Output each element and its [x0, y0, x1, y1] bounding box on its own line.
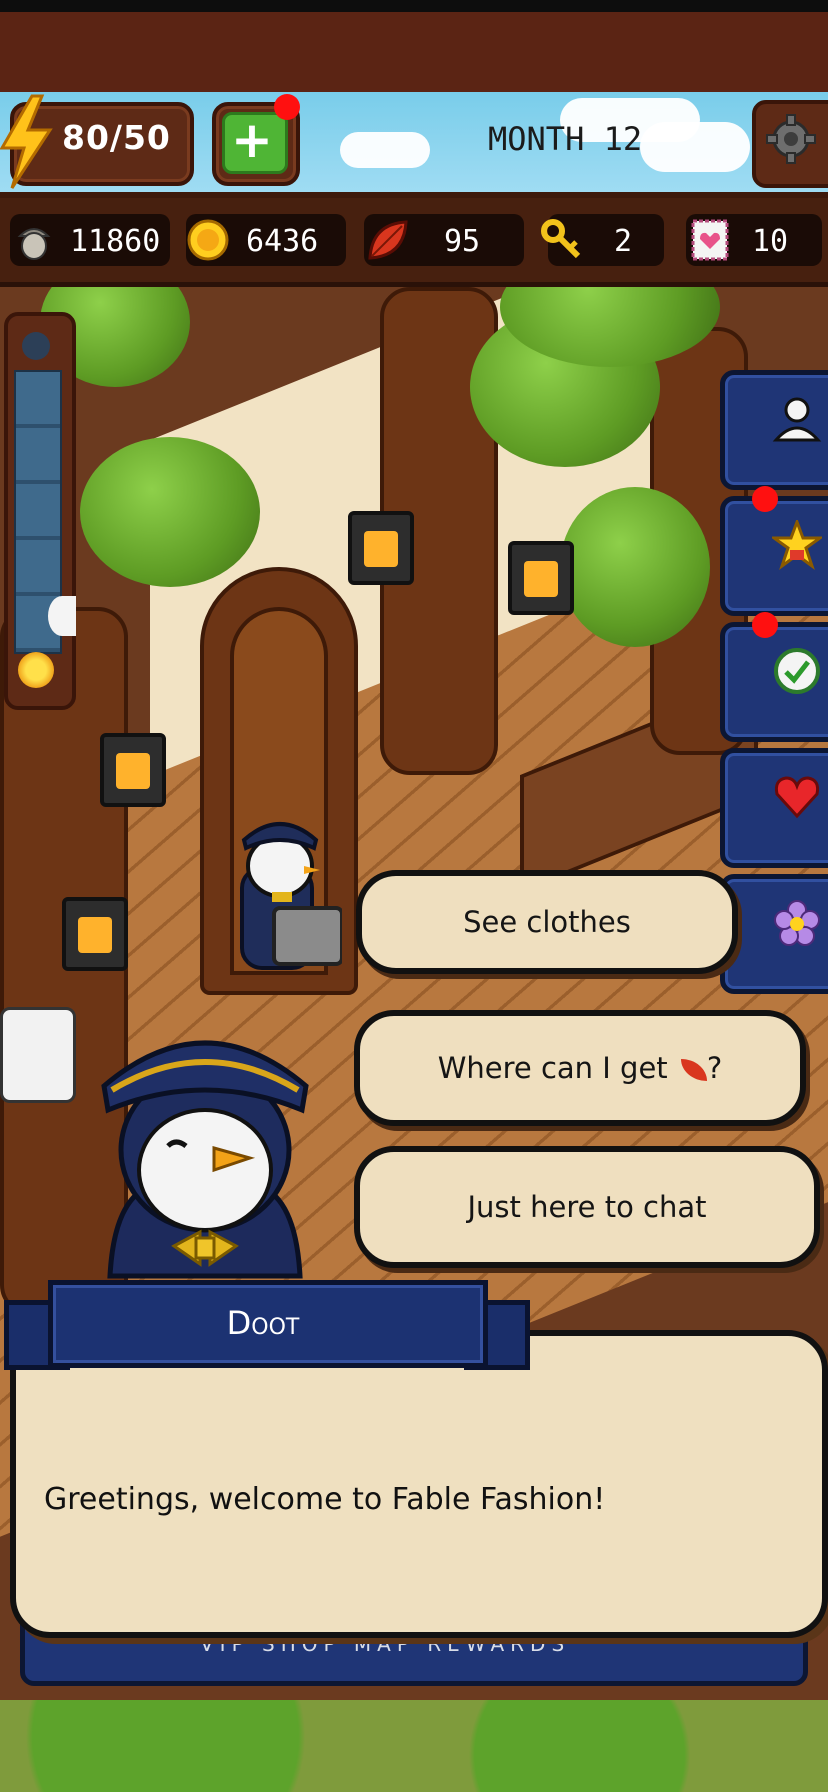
leaf-icon: [680, 1059, 707, 1081]
sun-icon: [18, 652, 54, 688]
star-medal-icon[interactable]: [772, 520, 822, 570]
title-bar: [0, 12, 828, 96]
gear-icon[interactable]: [766, 114, 816, 164]
month-label: MONTH 12: [488, 120, 643, 158]
garden-ground: [0, 1700, 828, 1792]
acorn-icon: [17, 228, 51, 260]
choice-label: Just here to chat: [467, 1190, 707, 1224]
moon-icon: [22, 332, 50, 360]
acorn-value: 11860: [70, 224, 161, 259]
dialog-text: Greetings, welcome to Fable Fashion!: [44, 1482, 606, 1517]
key-icon: [541, 219, 581, 259]
checkmark-icon[interactable]: [772, 646, 822, 696]
sweater-display: [0, 1007, 76, 1103]
key-value: 2: [614, 224, 633, 259]
flower-icon[interactable]: [772, 898, 822, 948]
ticket-icon: [691, 219, 729, 261]
lightning-icon: [0, 94, 53, 189]
lantern-icon: [62, 897, 128, 971]
lantern-icon: [100, 733, 166, 807]
leaf-value: 95: [444, 224, 481, 259]
speaker-portrait: [101, 1040, 309, 1279]
notification-dot: [274, 94, 300, 120]
speaker-name: Doot: [226, 1304, 300, 1342]
lantern-icon: [348, 511, 414, 585]
choice-see-clothes[interactable]: See clothes: [356, 870, 738, 974]
profile-icon[interactable]: [772, 394, 822, 444]
choice-just-chat[interactable]: Just here to chat: [354, 1146, 820, 1268]
penguin-clerk[interactable]: [222, 808, 342, 978]
plus-icon[interactable]: +: [230, 112, 274, 168]
choice-label-suffix: ?: [706, 1051, 723, 1085]
ticket-value: 10: [752, 224, 789, 259]
heart-icon[interactable]: [772, 772, 822, 822]
status-strip: [0, 0, 828, 12]
notification-dot: [752, 612, 778, 638]
time-pointer: [48, 596, 76, 636]
leaf-icon: [368, 220, 408, 260]
choice-label: See clothes: [463, 905, 631, 939]
lantern-icon: [508, 541, 574, 615]
energy-value: 80/50: [62, 118, 171, 157]
coin-value: 6436: [246, 224, 319, 259]
notification-dot: [752, 486, 778, 512]
choice-where-get-leaves[interactable]: Where can I get ?: [354, 1010, 806, 1126]
coin-icon: [187, 219, 229, 261]
choice-label: Where can I get: [437, 1051, 668, 1085]
